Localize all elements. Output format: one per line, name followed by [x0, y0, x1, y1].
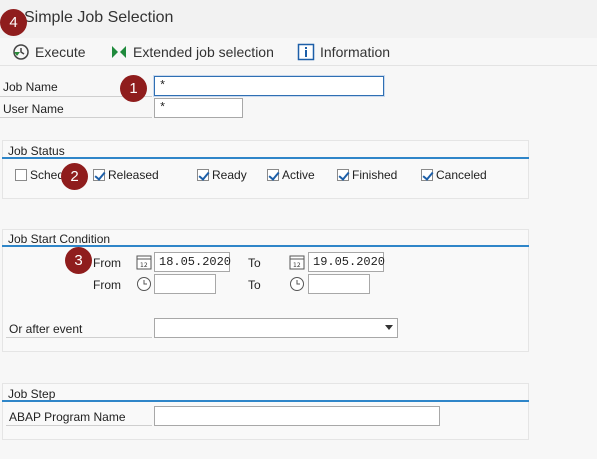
checkbox-label: Canceled [436, 168, 487, 182]
job-step-divider [2, 400, 529, 402]
clock-icon[interactable] [289, 276, 305, 292]
checkbox-box [93, 169, 105, 181]
program-name-underline [6, 425, 152, 426]
program-name-input[interactable] [154, 406, 440, 426]
job-status-divider [2, 157, 529, 159]
to-time-input[interactable] [308, 274, 370, 294]
checkbox-label: Finished [352, 168, 398, 182]
extended-selection-label: Extended job selection [133, 44, 274, 60]
information-icon [297, 43, 315, 61]
checkbox-finished[interactable]: Finished [337, 168, 397, 182]
user-name-underline [0, 117, 152, 118]
event-label: Or after event [9, 322, 83, 336]
job-name-input[interactable]: * [153, 75, 385, 97]
checkbox-released[interactable]: Released [93, 168, 159, 182]
checkbox-label: Ready [212, 168, 247, 182]
job-status-title: Job Status [8, 144, 65, 158]
checkbox-label: Scheduled [30, 168, 62, 182]
toolbar: Execute Extended job selection Informati… [0, 38, 597, 66]
job-name-label: Job Name [3, 80, 58, 94]
chevron-down-icon [385, 325, 393, 330]
calendar-icon[interactable]: 12 [136, 254, 152, 270]
execute-button[interactable]: Execute [12, 41, 86, 63]
checkbox-scheduled[interactable]: Scheduled [15, 168, 62, 182]
checkbox-active[interactable]: Active [267, 168, 315, 182]
execute-label: Execute [35, 44, 86, 60]
information-button[interactable]: Information [297, 41, 390, 63]
to-time-label: To [248, 278, 261, 292]
title-bar: Simple Job Selection [0, 0, 597, 38]
from-date-label: From [93, 256, 121, 270]
from-time-label: From [93, 278, 121, 292]
svg-text:12: 12 [293, 262, 301, 269]
user-name-label: User Name [3, 102, 64, 116]
execute-icon [13, 44, 29, 60]
checkbox-label: Released [108, 168, 159, 182]
checkbox-box [267, 169, 279, 181]
event-underline [6, 337, 152, 338]
checkbox-canceled[interactable]: Canceled [421, 168, 487, 182]
user-name-input[interactable]: * [154, 98, 243, 118]
clock-icon[interactable] [136, 276, 152, 292]
annotation-badge-4: 4 [0, 9, 27, 36]
from-date-input[interactable]: 18.05.2020 [154, 252, 231, 272]
annotation-badge-2: 2 [61, 163, 88, 190]
annotation-badge-3: 3 [65, 247, 92, 274]
annotation-badge-1: 1 [120, 75, 147, 102]
checkbox-box [197, 169, 209, 181]
to-date-input[interactable]: 19.05.2020 [308, 252, 385, 272]
window-title: Simple Job Selection [24, 9, 174, 26]
checkbox-ready[interactable]: Ready [197, 168, 247, 182]
svg-text:12: 12 [140, 262, 148, 269]
information-label: Information [320, 44, 391, 60]
checkbox-label: Active [282, 168, 315, 182]
job-step-title: Job Step [8, 387, 56, 401]
checkbox-box [337, 169, 349, 181]
checkbox-box [421, 169, 433, 181]
checkbox-box [15, 169, 27, 181]
program-name-label: ABAP Program Name [9, 410, 126, 424]
calendar-icon[interactable]: 12 [289, 254, 305, 270]
event-select[interactable] [154, 318, 398, 338]
start-condition-title: Job Start Condition [8, 232, 111, 246]
from-time-input[interactable] [154, 274, 216, 294]
extended-job-selection-button[interactable]: Extended job selection [110, 41, 274, 63]
to-date-label: To [248, 256, 261, 270]
extended-selection-icon [112, 46, 126, 58]
